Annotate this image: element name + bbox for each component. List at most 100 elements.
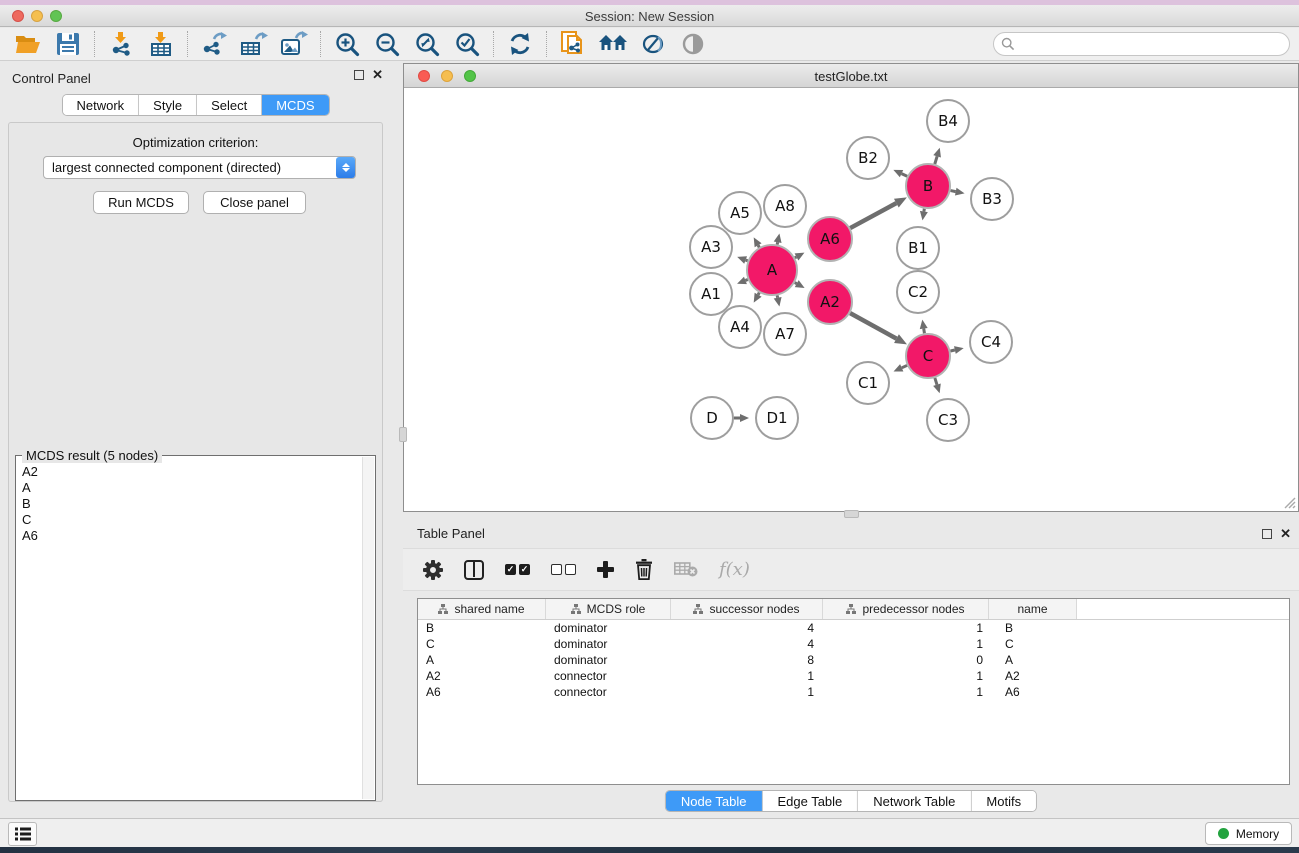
- tab-node-table[interactable]: Node Table: [666, 791, 763, 811]
- criterion-dropdown[interactable]: largest connected component (directed): [43, 156, 356, 179]
- graph-edge-A-A1[interactable]: [745, 280, 747, 281]
- hide-graphics-details-icon[interactable]: [633, 29, 673, 59]
- table-cell[interactable]: 4: [671, 636, 823, 652]
- tab-select[interactable]: Select: [197, 95, 262, 115]
- graph-edge-A-A2[interactable]: [795, 283, 797, 284]
- result-item[interactable]: B: [16, 496, 362, 512]
- table-row[interactable]: A6connector11A6: [418, 684, 1289, 700]
- table-cell[interactable]: dominator: [546, 620, 671, 636]
- tab-edge-table[interactable]: Edge Table: [762, 791, 858, 811]
- new-network-from-selection-icon[interactable]: [553, 29, 593, 59]
- delete-table-icon[interactable]: [674, 562, 698, 578]
- export-image-icon[interactable]: [274, 29, 314, 59]
- tab-mcds[interactable]: MCDS: [262, 95, 328, 115]
- horizontal-split-handle[interactable]: [844, 510, 859, 518]
- result-item[interactable]: A: [16, 480, 362, 496]
- result-item[interactable]: A6: [16, 528, 362, 544]
- network-canvas[interactable]: B4B2BB3A5A8A6B1A3AC2A1A2A4A7C4CC1DD1C3: [404, 88, 1298, 511]
- run-mcds-button[interactable]: Run MCDS: [93, 191, 189, 214]
- table-cell[interactable]: dominator: [546, 652, 671, 668]
- table-row[interactable]: Bdominator41B: [418, 620, 1289, 636]
- table-cell[interactable]: 8: [671, 652, 823, 668]
- graph-edge-A6-B[interactable]: [850, 203, 896, 228]
- table-cell[interactable]: A2: [989, 668, 1077, 684]
- tab-motifs[interactable]: Motifs: [971, 791, 1036, 811]
- table-cell[interactable]: 1: [823, 668, 989, 684]
- column-header-successor-nodes[interactable]: successor nodes: [671, 599, 823, 619]
- column-header-MCDS-role[interactable]: MCDS role: [546, 599, 671, 619]
- float-table-panel-icon[interactable]: [1262, 529, 1272, 539]
- task-history-button[interactable]: [8, 822, 37, 846]
- graph-edge-B-B2[interactable]: [902, 174, 908, 177]
- refresh-icon[interactable]: [500, 29, 540, 59]
- graph-edge-A-A4[interactable]: [758, 293, 759, 295]
- result-item[interactable]: A2: [16, 464, 362, 480]
- table-cell[interactable]: 4: [671, 620, 823, 636]
- open-session-icon[interactable]: [8, 29, 48, 59]
- save-session-icon[interactable]: [48, 29, 88, 59]
- select-all-checkboxes-icon[interactable]: ✓✓: [505, 564, 530, 575]
- table-cell[interactable]: A2: [418, 668, 546, 684]
- graph-edge-A-A6[interactable]: [795, 257, 797, 258]
- zoom-in-icon[interactable]: [327, 29, 367, 59]
- column-header-predecessor-nodes[interactable]: predecessor nodes: [823, 599, 989, 619]
- delete-column-icon[interactable]: [635, 559, 653, 580]
- function-builder-icon[interactable]: f(x): [719, 559, 750, 580]
- tab-network-table[interactable]: Network Table: [858, 791, 971, 811]
- column-header-shared-name[interactable]: shared name: [418, 599, 546, 619]
- export-table-icon[interactable]: [234, 29, 274, 59]
- graph-edge-C-C2[interactable]: [924, 329, 925, 334]
- close-panel-icon[interactable]: ✕: [372, 70, 383, 80]
- table-cell[interactable]: 1: [823, 620, 989, 636]
- table-options-gear-icon[interactable]: [423, 560, 443, 580]
- table-cell[interactable]: 1: [823, 636, 989, 652]
- close-table-panel-icon[interactable]: ✕: [1280, 529, 1291, 539]
- import-table-icon[interactable]: [141, 29, 181, 59]
- table-row[interactable]: Adominator80A: [418, 652, 1289, 668]
- graph-edge-C-C3[interactable]: [935, 378, 937, 385]
- show-column-icon[interactable]: [464, 560, 484, 580]
- result-scrollbar[interactable]: [362, 457, 374, 799]
- graph-edge-C-C1[interactable]: [902, 365, 907, 367]
- export-network-icon[interactable]: [194, 29, 234, 59]
- result-item[interactable]: C: [16, 512, 362, 528]
- table-cell[interactable]: A: [989, 652, 1077, 668]
- deselect-all-checkboxes-icon[interactable]: [551, 564, 576, 575]
- first-neighbors-icon[interactable]: [593, 29, 633, 59]
- table-cell[interactable]: A6: [418, 684, 546, 700]
- table-cell[interactable]: 1: [671, 668, 823, 684]
- add-column-icon[interactable]: [597, 561, 614, 578]
- table-cell[interactable]: connector: [546, 684, 671, 700]
- graph-edge-A-A5[interactable]: [758, 245, 759, 247]
- zoom-out-icon[interactable]: [367, 29, 407, 59]
- table-cell[interactable]: dominator: [546, 636, 671, 652]
- table-row[interactable]: A2connector11A2: [418, 668, 1289, 684]
- memory-button[interactable]: Memory: [1205, 822, 1292, 845]
- table-cell[interactable]: 0: [823, 652, 989, 668]
- search-input[interactable]: [1015, 35, 1289, 53]
- column-header-name[interactable]: name: [989, 599, 1077, 619]
- graph-edge-B-B3[interactable]: [951, 191, 956, 192]
- table-cell[interactable]: 1: [671, 684, 823, 700]
- graph-edge-A2-C[interactable]: [850, 313, 896, 339]
- tab-network[interactable]: Network: [62, 95, 139, 115]
- table-row[interactable]: Cdominator41C: [418, 636, 1289, 652]
- graph-edge-C-C4[interactable]: [950, 350, 954, 351]
- graph-edge-A-A3[interactable]: [746, 260, 748, 261]
- table-cell[interactable]: B: [418, 620, 546, 636]
- graph-edge-B-B4[interactable]: [935, 156, 937, 164]
- tab-style[interactable]: Style: [139, 95, 197, 115]
- table-cell[interactable]: A: [418, 652, 546, 668]
- mcds-result-list[interactable]: A2ABCA6: [16, 464, 362, 798]
- float-panel-icon[interactable]: [354, 70, 364, 80]
- zoom-fit-icon[interactable]: [407, 29, 447, 59]
- close-panel-button[interactable]: Close panel: [203, 191, 306, 214]
- import-network-icon[interactable]: [101, 29, 141, 59]
- vertical-split-handle[interactable]: [399, 427, 407, 442]
- table-cell[interactable]: C: [989, 636, 1077, 652]
- table-cell[interactable]: 1: [823, 684, 989, 700]
- table-cell[interactable]: C: [418, 636, 546, 652]
- zoom-selected-icon[interactable]: [447, 29, 487, 59]
- show-graphics-details-icon[interactable]: [673, 29, 713, 59]
- search-field[interactable]: [993, 32, 1290, 56]
